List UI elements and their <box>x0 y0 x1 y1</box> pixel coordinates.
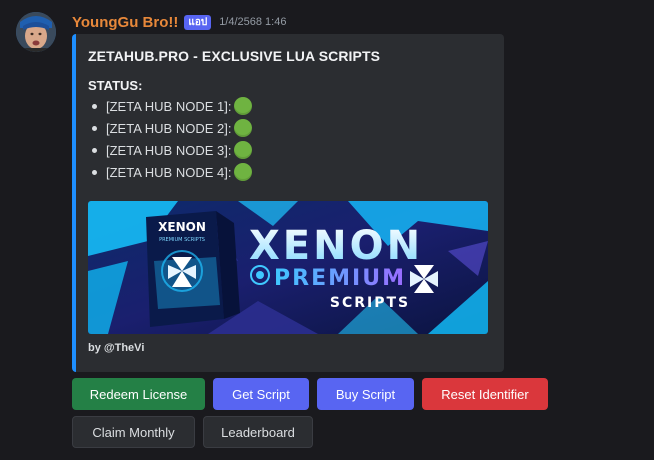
username[interactable]: YoungGu Bro!! <box>72 14 178 31</box>
node-status-item: [ZETA HUB NODE 2]: <box>88 117 253 139</box>
embed-footer: by @TheVi <box>88 342 145 354</box>
svg-text:XENON: XENON <box>158 220 206 234</box>
node-label: [ZETA HUB NODE 2]: <box>106 120 232 136</box>
get-script-button[interactable]: Get Script <box>213 378 309 410</box>
node-status-item: [ZETA HUB NODE 3]: <box>88 139 253 161</box>
bullet-icon <box>92 169 97 175</box>
bullet-icon <box>92 125 97 131</box>
redeem-license-button[interactable]: Redeem License <box>72 378 205 410</box>
green-circle-icon <box>234 97 253 115</box>
node-status-list: [ZETA HUB NODE 1]: [ZETA HUB NODE 2]: [Z… <box>88 95 253 183</box>
node-status-item: [ZETA HUB NODE 1]: <box>88 95 253 117</box>
leaderboard-button[interactable]: Leaderboard <box>203 416 313 448</box>
reset-identifier-button[interactable]: Reset Identifier <box>422 378 548 410</box>
green-circle-icon <box>234 119 253 137</box>
bullet-icon <box>92 103 97 109</box>
node-label: [ZETA HUB NODE 3]: <box>106 142 232 158</box>
embed-title: ZETAHUB.PRO - EXCLUSIVE LUA SCRIPTS <box>88 48 381 64</box>
node-label: [ZETA HUB NODE 4]: <box>106 164 232 180</box>
avatar[interactable] <box>16 12 56 52</box>
node-label: [ZETA HUB NODE 1]: <box>106 98 232 114</box>
svg-text:XENON: XENON <box>249 223 423 269</box>
green-circle-icon <box>234 141 253 159</box>
claim-monthly-button[interactable]: Claim Monthly <box>72 416 195 448</box>
node-status-item: [ZETA HUB NODE 4]: <box>88 161 253 183</box>
bullet-icon <box>92 147 97 153</box>
message-header: YoungGu Bro!! แอป 1/4/2568 1:46 <box>72 12 286 32</box>
green-circle-icon <box>234 163 253 181</box>
svg-text:SCRIPTS: SCRIPTS <box>330 295 410 311</box>
svg-text:PREMIUM: PREMIUM <box>274 266 406 291</box>
timestamp[interactable]: 1/4/2568 1:46 <box>219 16 286 28</box>
embed-card: ZETAHUB.PRO - EXCLUSIVE LUA SCRIPTS STAT… <box>72 34 504 372</box>
buy-script-button[interactable]: Buy Script <box>317 378 414 410</box>
svg-text:PREMIUM SCRIPTS: PREMIUM SCRIPTS <box>159 237 205 243</box>
app-badge: แอป <box>184 14 212 30</box>
product-box-image: XENON PREMIUM SCRIPTS <box>146 211 240 327</box>
status-label: STATUS: <box>88 78 143 93</box>
embed-image[interactable]: XENON PREMIUM SCRIPTS XENON PREMIUM SCRI… <box>88 201 488 334</box>
